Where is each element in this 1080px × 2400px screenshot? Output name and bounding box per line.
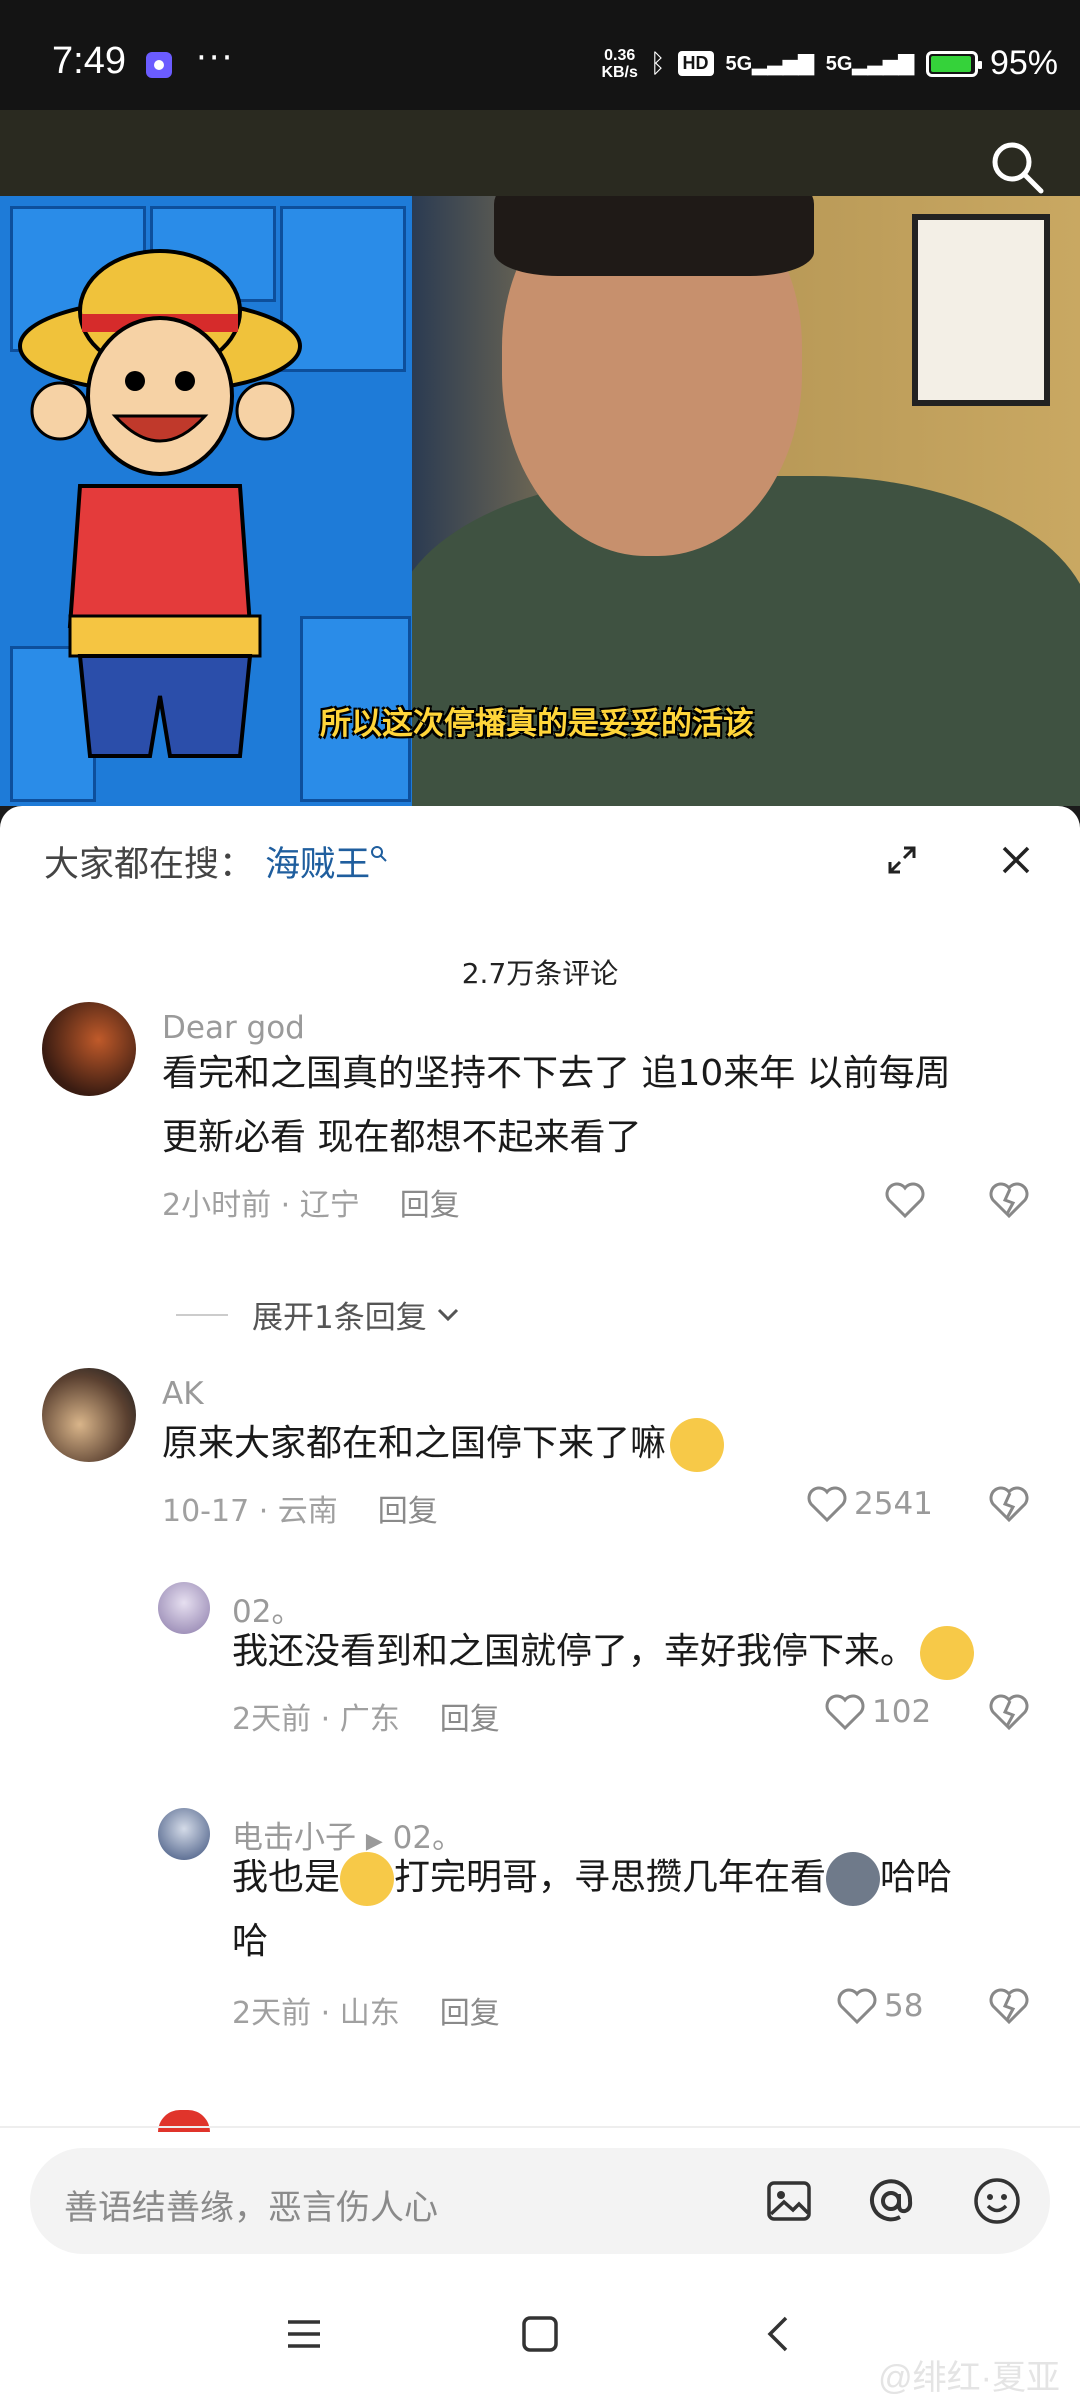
video-player[interactable]: 所以这次停播真的是妥妥的活该 xyxy=(0,196,1080,806)
wall-painting xyxy=(912,214,1050,406)
reply-button[interactable]: 回复 xyxy=(400,1188,460,1223)
comment-meta: 2天前 · 广东 回复 xyxy=(232,1702,500,1737)
comment-text: 我还没看到和之国就停了，幸好我停下来。 xyxy=(232,1620,975,1684)
dislike-icon[interactable] xyxy=(988,1484,1030,1524)
clock: 7:49 xyxy=(52,40,126,82)
comment-text: 原来大家都在和之国停下来了嘛 xyxy=(162,1412,725,1476)
crying-face-emoji xyxy=(340,1852,395,1906)
emoji-icon[interactable] xyxy=(970,2174,1024,2228)
like-button[interactable]: 2541 xyxy=(806,1484,933,1524)
dislike-icon[interactable] xyxy=(988,1692,1030,1732)
laughing-face-emoji xyxy=(920,1626,975,1680)
bluetooth-icon: ᛒ xyxy=(649,48,666,78)
mention-icon[interactable] xyxy=(864,2174,918,2228)
comment-meta: 2小时前 · 辽宁 回复 xyxy=(162,1188,460,1223)
battery-icon xyxy=(925,50,982,77)
avatar[interactable] xyxy=(158,1808,210,1860)
hot-search-label: 大家都在搜： xyxy=(44,845,255,885)
comment-username[interactable]: AK xyxy=(162,1376,204,1412)
like-button[interactable]: 58 xyxy=(836,1986,923,2026)
reply-button[interactable]: 回复 xyxy=(440,1702,500,1737)
comment-text: 看完和之国真的坚持不下去了 追10来年 以前每周 更新必看 现在都想不起来看了 xyxy=(162,1053,951,1158)
comment-item: Dear god 看完和之国真的坚持不下去了 追10来年 以前每周 更新必看 现在… xyxy=(0,1002,1080,1242)
like-icon xyxy=(807,1486,847,1523)
avatar[interactable] xyxy=(42,1002,136,1096)
network-speed: 0.36 KB/s xyxy=(601,46,638,81)
hot-search: 大家都在搜： 海贼王 xyxy=(44,836,388,887)
like-icon[interactable] xyxy=(884,1180,926,1220)
next-reply-partial xyxy=(158,2110,210,2132)
avatar[interactable] xyxy=(42,1368,136,1462)
chevron-down-icon xyxy=(437,1308,458,1321)
sheet-divider xyxy=(0,2126,1080,2128)
video-subtitle: 所以这次停播真的是妥妥的活该 xyxy=(320,706,754,742)
battery-percent: 95% xyxy=(989,44,1058,82)
comment-username[interactable]: Dear god xyxy=(162,1010,305,1046)
doge-emoji xyxy=(826,1852,881,1906)
like-count: 2541 xyxy=(854,1486,933,1522)
search-small-icon xyxy=(371,846,387,863)
like-icon xyxy=(825,1694,865,1731)
fullscreen-icon[interactable] xyxy=(884,842,920,878)
divider-line xyxy=(176,1313,228,1316)
person-hair xyxy=(494,196,814,276)
app-notification-icon xyxy=(146,52,172,78)
reply-item: 电击小子 ▶ 02。 我也是 打完明哥，寻思攒几年在看 哈哈 哈 2天前 · 山东回… xyxy=(0,1802,1080,2072)
comment-item: AK 原来大家都在和之国停下来了嘛 10-17 · 云南 回复 2541 xyxy=(0,1368,1080,1568)
worried-face-emoji xyxy=(670,1418,725,1472)
signal-icon-1: 5G▂▃▅▇ xyxy=(725,53,814,75)
comment-meta: 2天前 · 山东 回复 xyxy=(232,1996,500,2031)
dislike-icon[interactable] xyxy=(988,1180,1030,1220)
search-icon[interactable] xyxy=(988,138,1046,196)
video-header xyxy=(0,110,1080,196)
like-count: 102 xyxy=(872,1694,932,1730)
like-icon xyxy=(837,1988,877,2025)
hot-search-term[interactable]: 海贼王 xyxy=(265,845,388,885)
reply-button[interactable]: 回复 xyxy=(440,1996,500,2031)
comment-text: 我也是 打完明哥，寻思攒几年在看 哈哈 哈 xyxy=(232,1846,1022,1974)
comment-count: 2.7万条评论 xyxy=(461,957,619,990)
reply-button[interactable]: 回复 xyxy=(378,1494,438,1529)
dislike-icon[interactable] xyxy=(988,1986,1030,2026)
avatar[interactable] xyxy=(158,1582,210,1634)
watermark: @绯红·夏亚 xyxy=(878,2359,1060,2397)
like-button[interactable]: 102 xyxy=(824,1692,931,1732)
close-icon[interactable] xyxy=(998,842,1034,878)
status-bar: 7:49 ··· 0.36 KB/s ᛒ HD 5G▂▃▅▇ 5G▂▃▅▇ 95% xyxy=(0,0,1080,110)
back-icon[interactable] xyxy=(758,2314,798,2354)
more-notifications-icon: ··· xyxy=(196,38,235,78)
home-icon[interactable] xyxy=(520,2314,560,2354)
like-count: 58 xyxy=(884,1988,924,2024)
comment-input-placeholder: 善语结善缘，恶言伤人心 xyxy=(64,2188,438,2228)
hd-voice-icon: HD xyxy=(677,51,714,76)
person-body xyxy=(412,476,1080,806)
signal-icon-2: 5G▂▃▅▇ xyxy=(825,53,914,75)
menu-icon[interactable] xyxy=(284,2314,324,2354)
image-icon[interactable] xyxy=(762,2174,816,2228)
reply-item: 02。 我还没看到和之国就停了，幸好我停下来。 2天前 · 广东 回复 102 xyxy=(0,1576,1080,1756)
comment-meta: 10-17 · 云南 回复 xyxy=(162,1494,438,1529)
expand-replies-link[interactable]: 展开1条回复 xyxy=(176,1292,463,1337)
comment-input[interactable]: 善语结善缘，恶言伤人心 xyxy=(30,2148,1050,2254)
